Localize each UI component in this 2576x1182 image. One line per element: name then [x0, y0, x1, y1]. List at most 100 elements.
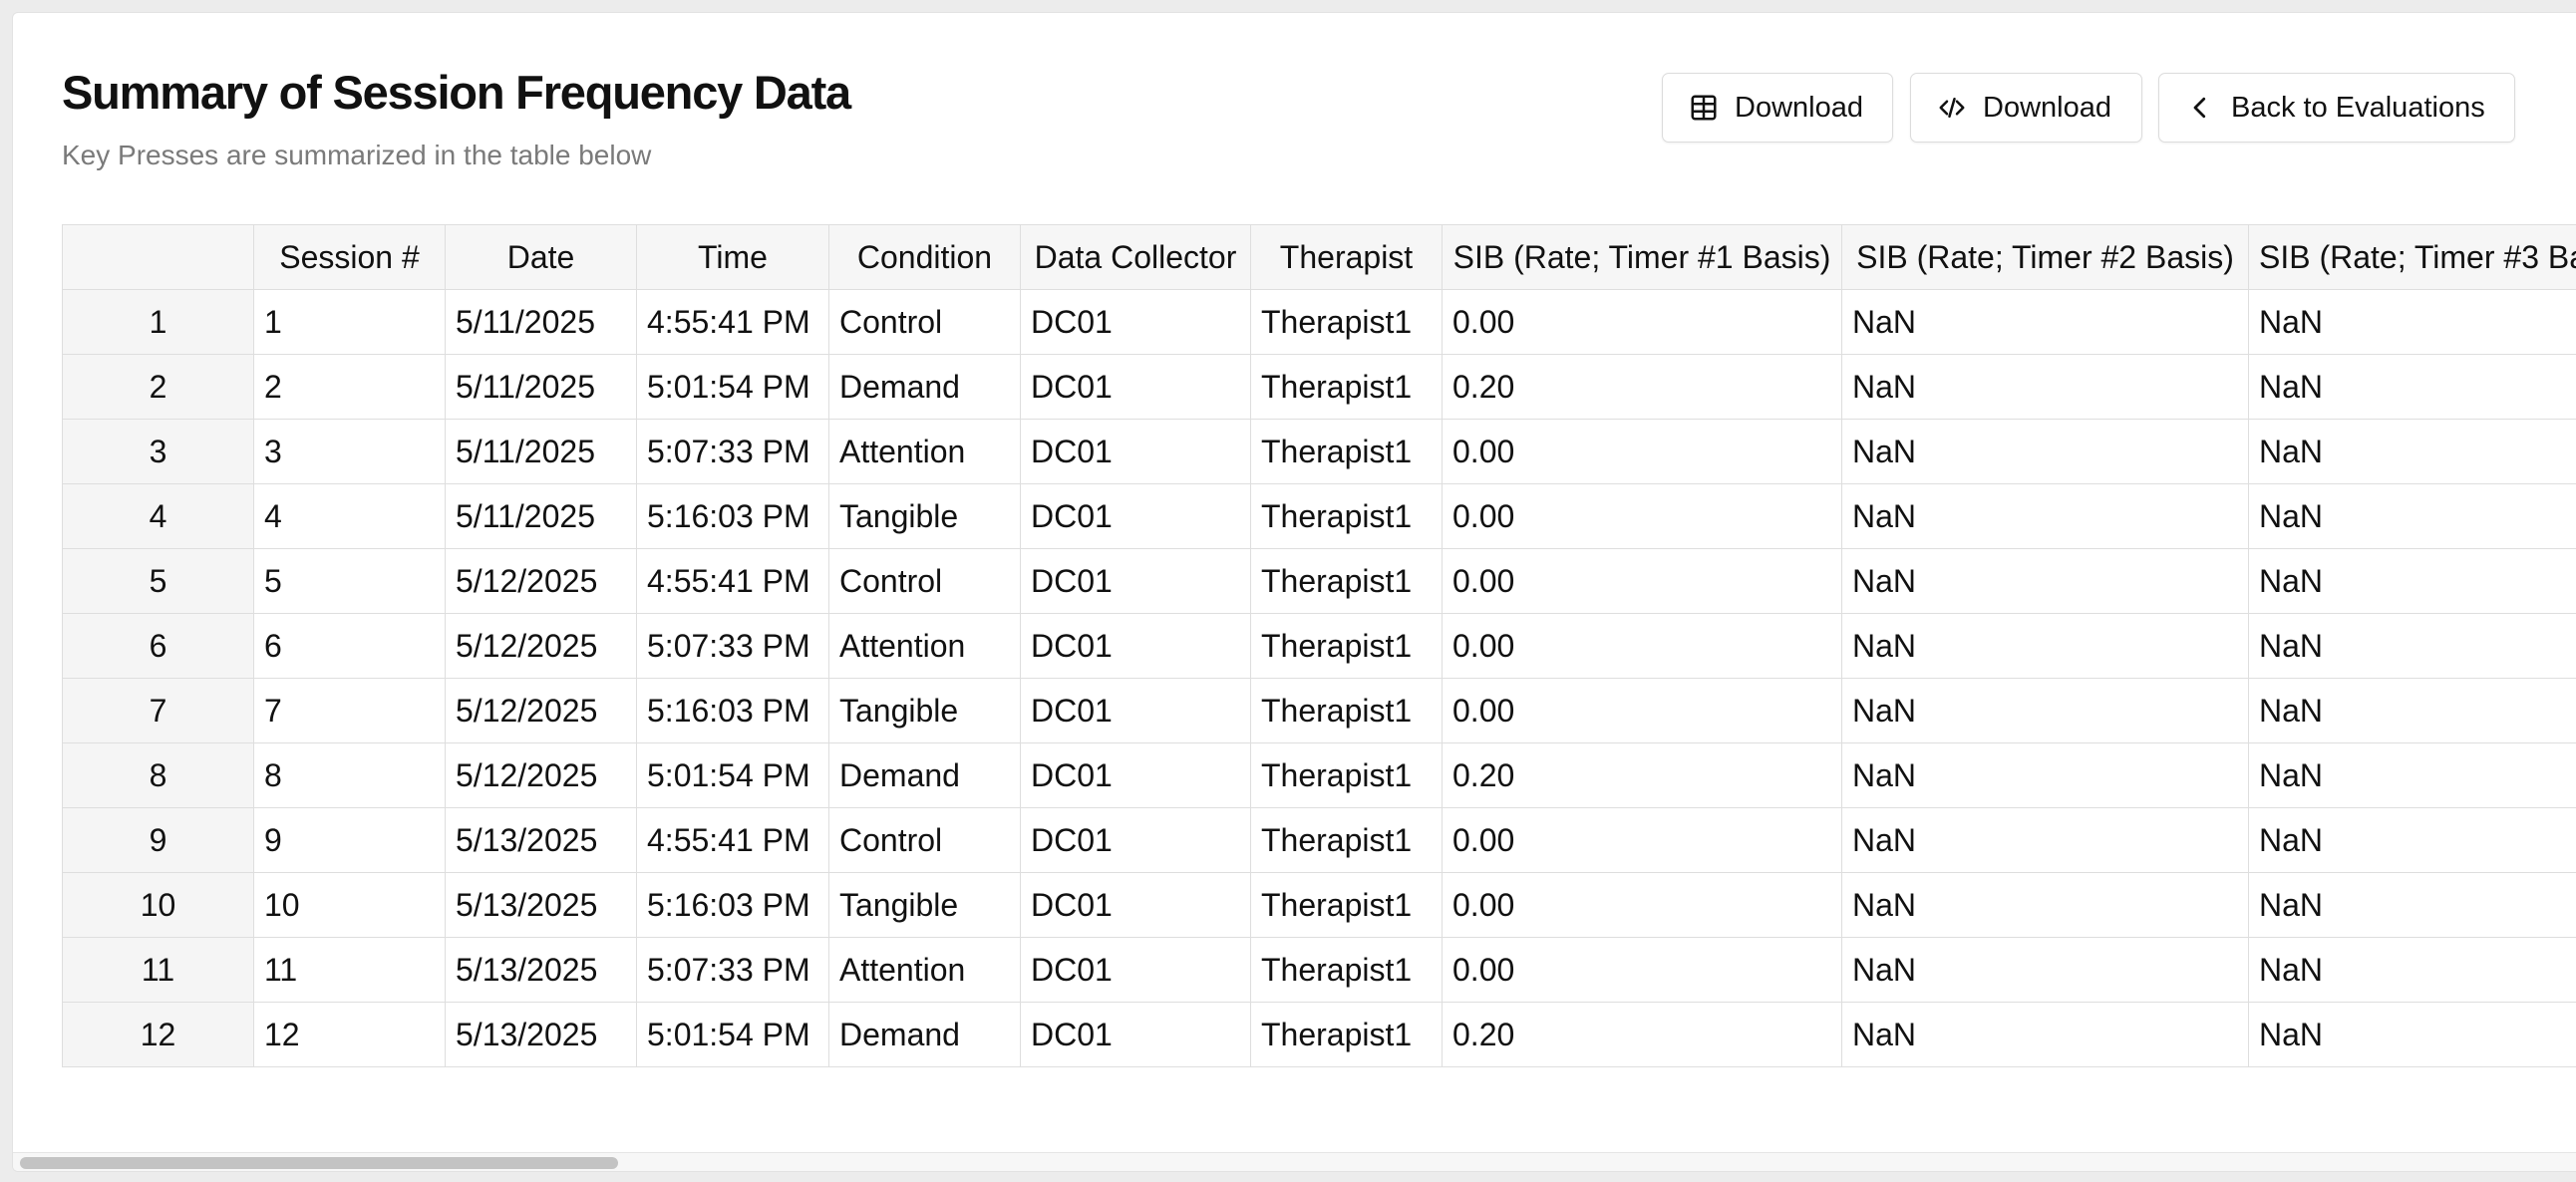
table-icon — [1691, 95, 1717, 121]
table-row: 12 12 5/13/2025 5:01:54 PM Demand DC01 Therapi… — [62, 1002, 2576, 1067]
row-index-cell: 9 — [62, 807, 254, 873]
session-cell: 7 — [253, 678, 446, 743]
sib-timer-1-cell: 0.00 — [1442, 678, 1842, 743]
row-index-cell: 1 — [62, 289, 254, 355]
table-row: 1 1 5/11/2025 4:55:41 PM Control DC01 Therapis… — [62, 289, 2576, 355]
data-collector-cell: DC01 — [1020, 872, 1251, 938]
sib-timer-3-cell: NaN — [2248, 937, 2576, 1003]
table-row: 10 10 5/13/2025 5:16:03 PM Tangible DC01 Thera… — [62, 872, 2576, 938]
sib-timer-3-cell: NaN — [2248, 419, 2576, 484]
code-icon — [1939, 98, 1965, 118]
session-cell: 3 — [253, 419, 446, 484]
sib-timer-3-cell: NaN — [2248, 354, 2576, 420]
table-row: 4 4 5/11/2025 5:16:03 PM Tangible DC01 Therapi… — [62, 483, 2576, 549]
column-header-date: Date — [445, 224, 637, 290]
time-cell: 5:16:03 PM — [636, 872, 829, 938]
column-header-data-collector: Data Collector — [1020, 224, 1251, 290]
therapist-cell: Therapist1 — [1250, 548, 1443, 614]
session-cell: 8 — [253, 742, 446, 808]
sib-timer-3-cell: NaN — [2248, 1002, 2576, 1067]
date-cell: 5/13/2025 — [445, 1002, 637, 1067]
session-cell: 5 — [253, 548, 446, 614]
table-row: 11 11 5/13/2025 5:07:33 PM Attention DC01 Ther… — [62, 937, 2576, 1003]
data-collector-cell: DC01 — [1020, 613, 1251, 679]
sib-timer-2-cell: NaN — [1841, 613, 2249, 679]
back-to-evaluations-label: Back to Evaluations — [2231, 91, 2485, 124]
row-index-cell: 12 — [62, 1002, 254, 1067]
date-cell: 5/11/2025 — [445, 483, 637, 549]
data-collector-cell: DC01 — [1020, 1002, 1251, 1067]
date-cell: 5/12/2025 — [445, 742, 637, 808]
summary-card: Summary of Session Frequency Data Key Pr… — [12, 12, 2576, 1172]
therapist-cell: Therapist1 — [1250, 742, 1443, 808]
session-cell: 11 — [253, 937, 446, 1003]
horizontal-scrollbar[interactable] — [13, 1152, 2576, 1171]
column-header-index — [62, 224, 254, 290]
column-header-time: Time — [636, 224, 829, 290]
data-collector-cell: DC01 — [1020, 742, 1251, 808]
data-collector-cell: DC01 — [1020, 289, 1251, 355]
download-table-button[interactable]: Download — [1662, 73, 1893, 143]
data-collector-cell: DC01 — [1020, 937, 1251, 1003]
condition-cell: Tangible — [828, 678, 1021, 743]
therapist-cell: Therapist1 — [1250, 678, 1443, 743]
data-collector-cell: DC01 — [1020, 354, 1251, 420]
table-header-row: Session # Date Time Condition Data Colle… — [62, 224, 2576, 290]
therapist-cell: Therapist1 — [1250, 807, 1443, 873]
date-cell: 5/13/2025 — [445, 807, 637, 873]
session-cell: 4 — [253, 483, 446, 549]
condition-cell: Attention — [828, 613, 1021, 679]
column-header-session: Session # — [253, 224, 446, 290]
sib-timer-3-cell: NaN — [2248, 807, 2576, 873]
sib-timer-3-cell: NaN — [2248, 548, 2576, 614]
time-cell: 5:07:33 PM — [636, 937, 829, 1003]
date-cell: 5/11/2025 — [445, 289, 637, 355]
sib-timer-1-cell: 0.00 — [1442, 937, 1842, 1003]
sib-timer-1-cell: 0.00 — [1442, 548, 1842, 614]
sib-timer-2-cell: NaN — [1841, 483, 2249, 549]
sib-timer-2-cell: NaN — [1841, 872, 2249, 938]
sib-timer-2-cell: NaN — [1841, 289, 2249, 355]
date-cell: 5/13/2025 — [445, 937, 637, 1003]
condition-cell: Demand — [828, 742, 1021, 808]
row-index-cell: 3 — [62, 419, 254, 484]
therapist-cell: Therapist1 — [1250, 613, 1443, 679]
data-table-scroll-area[interactable]: Session # Date Time Condition Data Colle… — [62, 224, 2576, 1091]
row-index-cell: 5 — [62, 548, 254, 614]
table-row: 7 7 5/12/2025 5:16:03 PM Tangible DC01 Therapi… — [62, 678, 2576, 743]
page-subtitle: Key Presses are summarized in the table … — [62, 140, 652, 170]
time-cell: 4:55:41 PM — [636, 289, 829, 355]
date-cell: 5/13/2025 — [445, 872, 637, 938]
therapist-cell: Therapist1 — [1250, 354, 1443, 420]
chevron-left-icon — [2193, 97, 2206, 119]
column-header-sib-timer-2: SIB (Rate; Timer #2 Basis) — [1841, 224, 2249, 290]
date-cell: 5/11/2025 — [445, 354, 637, 420]
sib-timer-2-cell: NaN — [1841, 807, 2249, 873]
horizontal-scrollbar-thumb[interactable] — [20, 1157, 618, 1169]
sib-timer-1-cell: 0.20 — [1442, 1002, 1842, 1067]
sib-timer-1-cell: 0.20 — [1442, 742, 1842, 808]
download-code-button[interactable]: Download — [1910, 73, 2142, 143]
sib-timer-1-cell: 0.00 — [1442, 872, 1842, 938]
date-cell: 5/11/2025 — [445, 419, 637, 484]
back-to-evaluations-button[interactable]: Back to Evaluations — [2158, 73, 2515, 143]
sib-timer-1-cell: 0.00 — [1442, 289, 1842, 355]
sib-timer-3-cell: NaN — [2248, 742, 2576, 808]
data-collector-cell: DC01 — [1020, 483, 1251, 549]
table-row: 5 5 5/12/2025 4:55:41 PM Control DC01 Therapis… — [62, 548, 2576, 614]
therapist-cell: Therapist1 — [1250, 937, 1443, 1003]
time-cell: 5:16:03 PM — [636, 678, 829, 743]
sib-timer-1-cell: 0.20 — [1442, 354, 1842, 420]
table-body: 1 1 5/11/2025 4:55:41 PM Control DC01 Therapis… — [62, 289, 2576, 1067]
column-header-sib-timer-3: SIB (Rate; Timer #3 Basis) — [2248, 224, 2576, 290]
sib-timer-2-cell: NaN — [1841, 937, 2249, 1003]
condition-cell: Tangible — [828, 872, 1021, 938]
sib-timer-2-cell: NaN — [1841, 419, 2249, 484]
condition-cell: Attention — [828, 937, 1021, 1003]
data-collector-cell: DC01 — [1020, 419, 1251, 484]
date-cell: 5/12/2025 — [445, 678, 637, 743]
session-cell: 10 — [253, 872, 446, 938]
sib-timer-1-cell: 0.00 — [1442, 483, 1842, 549]
date-cell: 5/12/2025 — [445, 613, 637, 679]
column-header-sib-timer-1: SIB (Rate; Timer #1 Basis) — [1442, 224, 1842, 290]
